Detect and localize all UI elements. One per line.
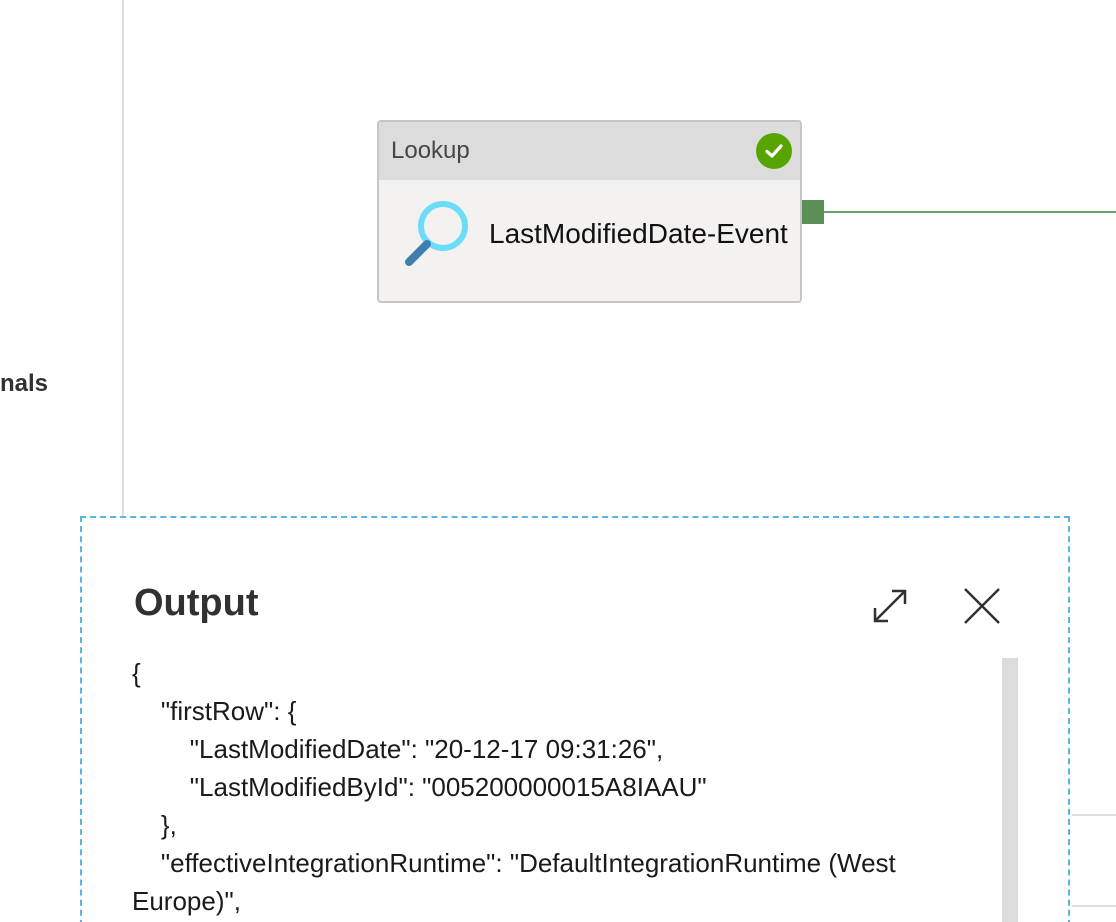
json-line: "effectiveIntegrationRuntime": "DefaultI… [132, 848, 896, 878]
activity-output-port[interactable] [802, 200, 824, 224]
json-line: { [132, 658, 141, 688]
activity-connector-line[interactable] [824, 211, 1116, 213]
json-line: }, [132, 810, 177, 840]
check-circle-icon [756, 133, 792, 169]
activity-name: LastModifiedDate-Event [489, 218, 788, 249]
expand-icon[interactable] [866, 582, 914, 630]
activities-pane-item-label[interactable]: nals [0, 370, 48, 398]
pipeline-canvas[interactable]: nals Lookup LastModifiedDate-Event Outpu… [0, 0, 1116, 922]
activity-header: Lookup [379, 122, 800, 180]
lookup-activity-node[interactable]: Lookup LastModifiedDate-Event [377, 120, 802, 303]
json-line: "firstRow": { [132, 696, 297, 726]
magnifier-icon [401, 198, 471, 270]
close-icon[interactable] [958, 582, 1006, 630]
json-line: "LastModifiedDate": "20-12-17 09:31:26", [132, 734, 664, 764]
activity-body: LastModifiedDate-Event [379, 180, 800, 270]
output-dialog: Output { "firstRow": { "LastModifiedDate… [80, 516, 1070, 922]
json-line: Europe)", [132, 886, 241, 916]
right-panel-edge [1072, 814, 1116, 816]
activity-type-label: Lookup [391, 137, 470, 164]
output-json-content[interactable]: { "firstRow": { "LastModifiedDate": "20-… [132, 654, 1002, 922]
json-line: "LastModifiedById": "005200000015A8IAAU" [132, 772, 707, 802]
output-title: Output [134, 582, 259, 624]
right-panel-edge-lower [1072, 905, 1116, 907]
output-scrollbar[interactable] [1002, 658, 1018, 922]
